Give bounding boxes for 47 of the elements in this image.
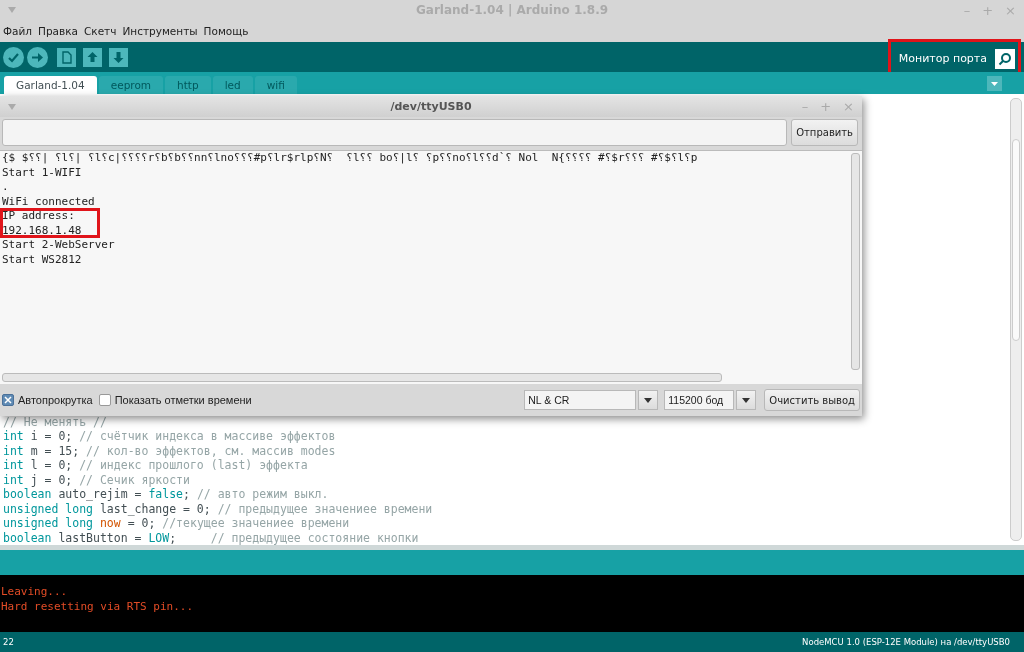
- board-info: NodeMCU 1.0 (ESP-12E Module) на /dev/ttyUSB0: [802, 637, 1010, 647]
- output-line: Start 2-WebServer: [2, 238, 116, 253]
- code-line: int i = 0; // счётчик индекса в массиве эффектов: [3, 429, 337, 444]
- code-line: // Не менять //: [3, 414, 108, 429]
- serial-monitor-icon[interactable]: [995, 48, 1015, 69]
- dialog-title: /dev/ttyUSB0: [390, 100, 472, 113]
- window-menu-icon[interactable]: [8, 7, 16, 13]
- output-line: 192.168.1.48: [2, 223, 83, 238]
- tab-menu-icon[interactable]: [987, 75, 1002, 91]
- code-line: boolean lastButton = LOW; // предыдущее состояние кнопки: [3, 530, 420, 545]
- console-line: Hard resetting via RTS pin...: [1, 599, 195, 614]
- code-line: int m = 15; // кол-во эффектов, см. массив modes: [3, 443, 337, 458]
- clear-output-button[interactable]: Очистить вывод: [764, 389, 860, 411]
- output-line: .: [2, 180, 10, 195]
- console-line: Leaving...: [1, 585, 69, 600]
- checkbox[interactable]: Показать отметки времени: [98, 394, 252, 406]
- input-field[interactable]: [2, 119, 788, 146]
- scrollbar[interactable]: [851, 153, 860, 370]
- code-line: int j = 0; // Сечик яркости: [3, 472, 191, 487]
- upload-icon[interactable]: [27, 46, 48, 68]
- output-line: {$ $⸮⸮| ⸮l⸮| ⸮l⸮c|⸮⸮⸮⸮r⸮b⸮b⸮⸮nn⸮lno⸮⸮⸮#p⸮lr$rlp⸮N⸮ ⸮l⸮⸮ bo⸮|l⸮ ⸮p⸮⸮no⸮l⸮⸮d`⸮ Nol N{⸮⸮⸮⸮ #⸮$r⸮⸮⸮ #⸮$⸮l⸮p: [2, 151, 699, 166]
- menu-item[interactable]: Файл: [3, 25, 32, 37]
- line-number: 22: [3, 637, 14, 647]
- checkbox[interactable]: Автопрокрутка: [2, 394, 93, 406]
- code-line: unsigned long now = 0; //текущее значениее времени: [3, 516, 351, 531]
- output-line: Start 1-WIFI: [2, 165, 83, 180]
- code-line: unsigned long last_change = 0; // предыдущее значениее времени: [3, 501, 434, 516]
- window-menu-icon[interactable]: [8, 103, 16, 110]
- output-line: Start WS2812: [2, 252, 83, 267]
- output-line: WiFi connected: [2, 194, 96, 209]
- serial-monitor-label: Монитор порта: [898, 52, 987, 65]
- menu-item[interactable]: Помощь: [203, 25, 249, 37]
- caret-icon: [742, 397, 751, 403]
- send-button[interactable]: Отправить: [791, 119, 858, 146]
- scrollbar[interactable]: [2, 373, 722, 382]
- output-line: IP address:: [2, 209, 76, 224]
- menu-item[interactable]: Скетч: [84, 25, 117, 37]
- new-file-icon[interactable]: [57, 47, 76, 67]
- check-mark-icon: [4, 396, 12, 404]
- caret-icon: [644, 397, 653, 403]
- code-line: int l = 0; // индекс прошлого (last) эффекта: [3, 458, 309, 473]
- file-tab[interactable]: Garland-1.04: [4, 76, 97, 94]
- scrollbar[interactable]: [1010, 98, 1022, 541]
- verify-icon[interactable]: [3, 46, 24, 68]
- menu-item[interactable]: Инструменты: [122, 25, 198, 37]
- menu-item[interactable]: Правка: [38, 25, 78, 37]
- code-line: boolean auto_rejim = false; // авто режим выкл.: [3, 487, 330, 502]
